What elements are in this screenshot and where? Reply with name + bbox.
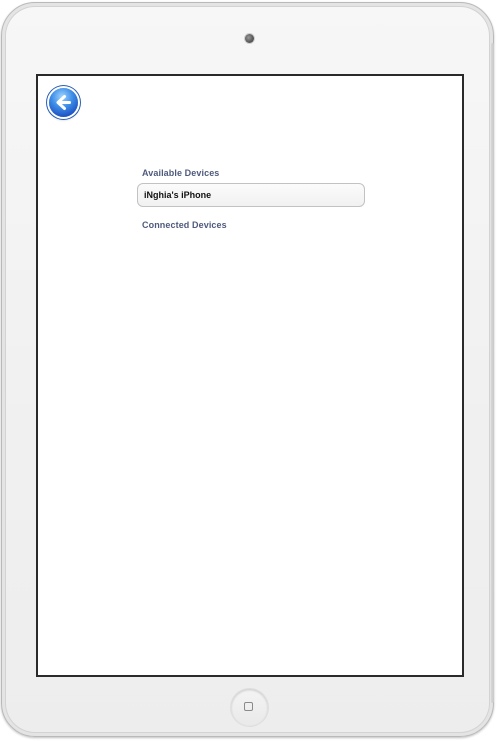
- connected-devices-heading: Connected Devices: [142, 220, 227, 230]
- home-button[interactable]: [231, 689, 268, 726]
- back-button[interactable]: [49, 88, 78, 117]
- app-screen: Available Devices iNghia's iPhone Connec…: [36, 74, 464, 677]
- available-devices-heading: Available Devices: [142, 168, 220, 178]
- home-button-icon: [244, 702, 253, 711]
- tablet-frame: Available Devices iNghia's iPhone Connec…: [1, 2, 494, 737]
- back-arrow-icon: [56, 95, 71, 110]
- device-name: iNghia's iPhone: [144, 190, 212, 200]
- camera-icon: [245, 34, 254, 43]
- available-device-row[interactable]: iNghia's iPhone: [137, 183, 365, 207]
